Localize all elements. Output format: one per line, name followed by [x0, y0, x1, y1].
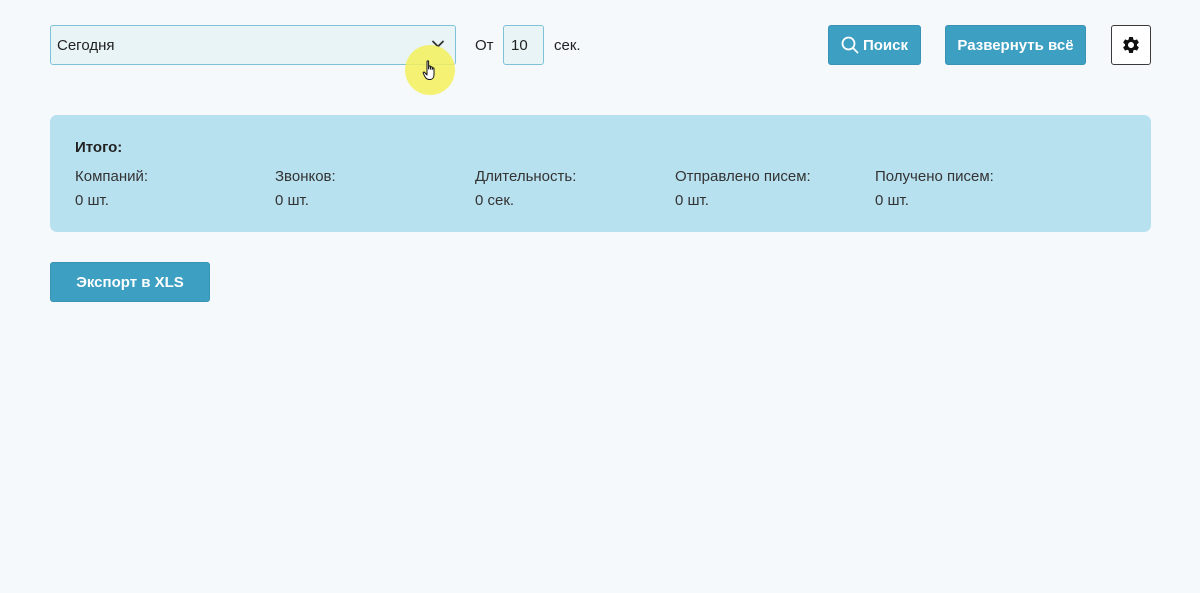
export-xls-button[interactable]: Экспорт в XLS: [50, 262, 210, 302]
summary-label: Звонков:: [275, 168, 336, 185]
summary-title: Итого:: [75, 139, 123, 156]
summary-emails-received: Получено писем: 0 шт.: [875, 168, 994, 209]
export-xls-label: Экспорт в XLS: [76, 273, 184, 291]
seconds-unit-label: сек.: [554, 37, 581, 54]
search-icon: [841, 36, 859, 54]
chevron-down-icon: [432, 40, 444, 48]
summary-value: 0 шт.: [275, 192, 309, 209]
expand-all-label: Развернуть всё: [957, 36, 1074, 54]
summary-emails-sent: Отправлено писем: 0 шт.: [675, 168, 811, 209]
summary-duration: Длительность: 0 сек.: [475, 168, 576, 209]
summary-calls: Звонков: 0 шт.: [275, 168, 336, 209]
search-button-label: Поиск: [862, 36, 908, 54]
seconds-input[interactable]: 10: [503, 25, 544, 65]
summary-label: Отправлено писем:: [675, 168, 811, 185]
summary-value: 0 сек.: [475, 192, 515, 209]
summary-value: 0 шт.: [675, 192, 709, 209]
from-label: От: [475, 37, 494, 54]
period-select[interactable]: Сегодня: [50, 25, 456, 65]
summary-panel: Итого: Компаний: 0 шт. Звонков: 0 шт. Дл…: [50, 115, 1151, 232]
seconds-input-value: 10: [511, 37, 528, 54]
expand-all-button[interactable]: Развернуть всё: [945, 25, 1086, 65]
search-button[interactable]: Поиск: [828, 25, 921, 65]
summary-companies: Компаний: 0 шт.: [75, 168, 148, 209]
settings-button[interactable]: [1111, 25, 1151, 65]
summary-label: Длительность:: [475, 168, 577, 185]
summary-label: Компаний:: [75, 168, 149, 185]
gear-icon: [1123, 36, 1139, 53]
summary-label: Получено писем:: [875, 168, 994, 185]
period-select-value: Сегодня: [57, 37, 115, 54]
summary-value: 0 шт.: [875, 192, 909, 209]
toolbar: Сегодня От 10 сек. Поиск Развернуть всё: [50, 25, 1151, 95]
summary-value: 0 шт.: [75, 192, 109, 209]
